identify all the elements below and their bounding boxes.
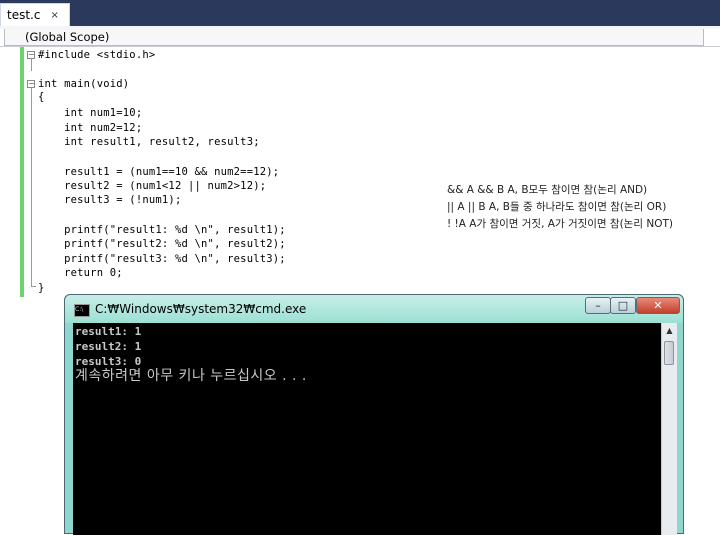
tab-test-c[interactable]: test.c × bbox=[0, 3, 70, 26]
maximize-button[interactable]: □ bbox=[610, 297, 636, 314]
tab-label: test.c bbox=[7, 8, 41, 22]
code-line: result3 = (!num1); bbox=[38, 194, 182, 206]
code-line: printf("result2: %d \n", result2); bbox=[38, 238, 286, 250]
scroll-up-icon[interactable]: ▲ bbox=[662, 323, 677, 338]
code-line: return 0; bbox=[38, 267, 123, 279]
code-line: int main(void) bbox=[38, 78, 130, 90]
output-line: result1: 1 bbox=[75, 325, 142, 338]
fold-end bbox=[31, 286, 36, 287]
code-line: int result1, result2, result3; bbox=[38, 136, 260, 148]
cmd-title-bar[interactable]: C:\ C:₩Windows₩system32₩cmd.exe – □ ✕ bbox=[65, 295, 683, 323]
code-line: #include <stdio.h> bbox=[38, 49, 156, 61]
note-and: && A && B A, B모두 참이면 참(논리 AND) bbox=[447, 184, 648, 196]
code-line: int num2=12; bbox=[38, 122, 143, 134]
minimize-button[interactable]: – bbox=[585, 297, 611, 314]
code-line: result2 = (num1<12 || num2>12); bbox=[38, 180, 267, 192]
close-icon[interactable]: × bbox=[50, 10, 58, 21]
note-not: ! !A A가 참이면 거짓, A가 거짓이면 참(논리 NOT) bbox=[447, 218, 673, 230]
cmd-window[interactable]: C:\ C:₩Windows₩system32₩cmd.exe – □ ✕ re… bbox=[64, 294, 684, 535]
tab-bar: test.c × bbox=[0, 0, 720, 26]
code-line: printf("result1: %d \n", result1); bbox=[38, 224, 286, 236]
console-output[interactable]: result1: 1 result2: 1 result3: 0 계속하려면 아… bbox=[73, 323, 661, 535]
note-or: || A || B A, B들 중 하나라도 참이면 참(논리 OR) bbox=[447, 201, 667, 213]
press-any-key-prompt: 계속하려면 아무 키나 누르십시오 . . . bbox=[75, 368, 307, 384]
code-line: printf("result3: %d \n", result3); bbox=[38, 253, 286, 265]
change-marker-bar bbox=[20, 47, 24, 297]
code-line: } bbox=[38, 282, 45, 294]
vertical-scrollbar[interactable]: ▲ bbox=[661, 323, 677, 535]
output-line: result2: 1 bbox=[75, 340, 142, 353]
code-editor[interactable]: − − #include <stdio.h> int main(void) { … bbox=[0, 47, 720, 300]
scope-dropdown[interactable]: (Global Scope) bbox=[4, 29, 704, 46]
scroll-thumb[interactable] bbox=[664, 341, 674, 365]
code-line: result1 = (num1==10 && num2==12); bbox=[38, 166, 280, 178]
fold-line bbox=[31, 59, 32, 71]
close-button[interactable]: ✕ bbox=[636, 297, 680, 314]
cmd-icon: C:\ bbox=[74, 304, 90, 317]
collapse-icon[interactable]: − bbox=[27, 80, 35, 88]
cmd-title: C:₩Windows₩system32₩cmd.exe bbox=[95, 302, 307, 316]
code-line: int num1=10; bbox=[38, 107, 143, 119]
collapse-icon[interactable]: − bbox=[27, 51, 35, 59]
fold-line bbox=[31, 88, 32, 286]
code-line: { bbox=[38, 91, 45, 103]
scope-bar: (Global Scope) bbox=[0, 29, 720, 47]
